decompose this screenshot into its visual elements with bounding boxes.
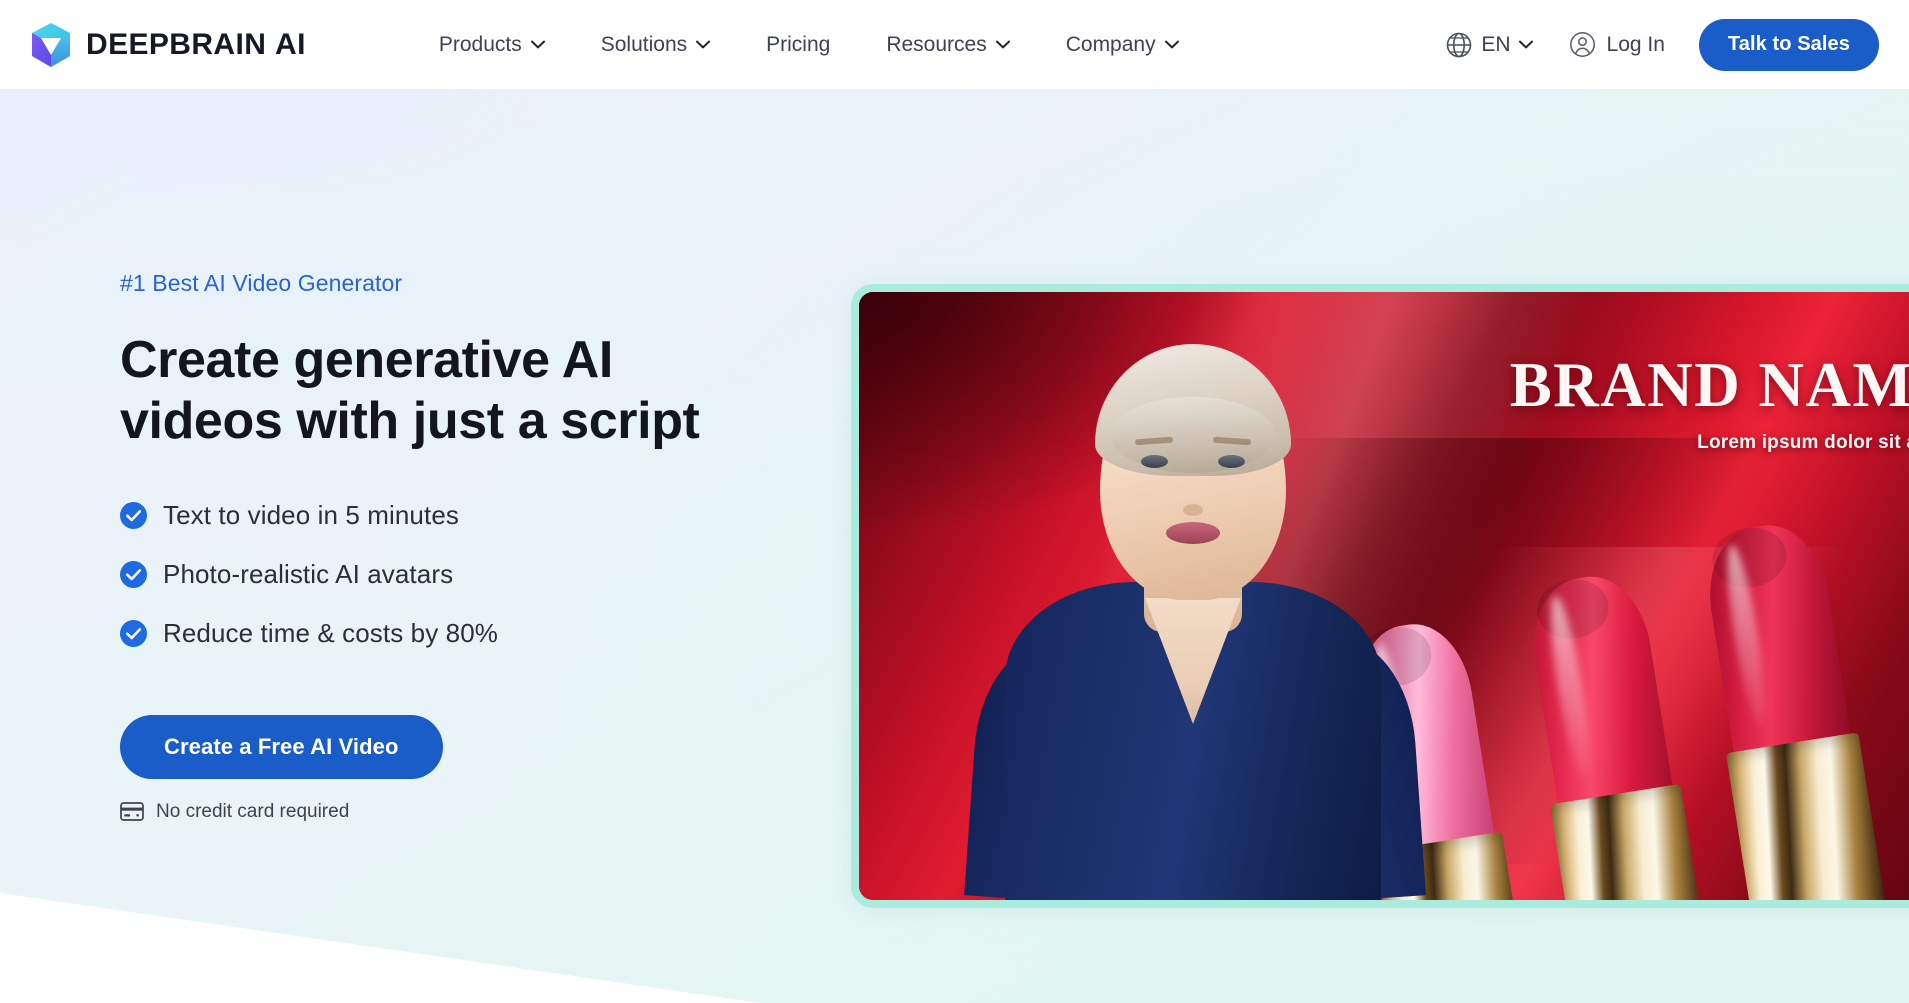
feature-label: Photo-realistic AI avatars	[163, 558, 454, 589]
nav-item-products[interactable]: Products	[411, 23, 573, 67]
nav-label-solutions: Solutions	[600, 32, 688, 56]
nav-label-resources: Resources	[886, 32, 987, 56]
chevron-down-icon	[696, 40, 711, 49]
nav-label-products: Products	[438, 32, 522, 56]
language-selector[interactable]: EN	[1431, 21, 1546, 69]
feature-label: Reduce time & costs by 80%	[163, 617, 498, 648]
avatar-lips	[1166, 522, 1220, 544]
user-circle-icon	[1569, 32, 1595, 57]
list-item: Text to video in 5 minutes	[120, 500, 820, 531]
ad-brand-title: BRAND NAME	[1509, 350, 1909, 420]
background-wedge-shape	[0, 893, 760, 1003]
chevron-down-icon	[995, 40, 1010, 49]
hero-headline-line-2: videos with just a script	[120, 391, 700, 450]
nav-label-pricing: Pricing	[766, 32, 831, 56]
lipstick-tube	[1725, 732, 1886, 900]
hero-content: #1 Best AI Video Generator Create genera…	[120, 270, 820, 823]
lipstick-bullet	[1523, 568, 1674, 810]
brand-logo-text: DEEPBRAIN AI	[86, 27, 306, 61]
chevron-down-icon	[1518, 40, 1533, 49]
primary-navigation: Products Solutions Pricing Resources Com…	[411, 23, 1207, 67]
hero-headline-line-1: Create generative AI	[120, 331, 613, 389]
list-item: Reduce time & costs by 80%	[120, 618, 820, 649]
avatar-hair	[1095, 344, 1291, 476]
header-right-zone: EN Log In Talk to Sales	[1447, 0, 1909, 89]
login-label: Log In	[1606, 32, 1665, 56]
check-circle-icon	[120, 619, 147, 647]
nav-item-pricing[interactable]: Pricing	[738, 23, 858, 67]
avatar-nose	[1183, 504, 1203, 516]
nav-label-company: Company	[1065, 32, 1156, 56]
nav-item-solutions[interactable]: Solutions	[573, 23, 738, 67]
nav-item-company[interactable]: Company	[1038, 23, 1207, 67]
ai-avatar-presenter	[964, 304, 1426, 900]
hero-eyebrow: #1 Best AI Video Generator	[120, 270, 403, 296]
no-credit-card-label: No credit card required	[156, 800, 350, 822]
chevron-down-icon	[1164, 40, 1179, 49]
deepbrain-cube-logo-icon	[32, 22, 70, 67]
ad-brand-subtitle: Lorem ipsum dolor sit a met	[1697, 432, 1909, 453]
lipstick-bullet	[1699, 517, 1852, 758]
login-link[interactable]: Log In	[1547, 21, 1687, 68]
hero-headline: Create generative AI videos with just a …	[120, 330, 810, 452]
create-free-ai-video-button[interactable]: Create a Free AI Video	[120, 714, 443, 779]
globe-icon	[1447, 32, 1472, 57]
talk-to-sales-button[interactable]: Talk to Sales	[1698, 18, 1879, 71]
landing-page: DEEPBRAIN AI Products Solutions Pricing …	[0, 0, 1909, 1003]
no-credit-card-note: No credit card required	[120, 801, 820, 823]
avatar-eye-left	[1141, 455, 1168, 468]
list-item: Photo-realistic AI avatars	[120, 559, 820, 590]
lipstick-tube	[1549, 783, 1708, 900]
feature-label: Text to video in 5 minutes	[163, 499, 459, 530]
credit-card-icon	[120, 802, 144, 822]
hero-video-panel[interactable]: BRAND NAME Lorem ipsum dolor sit a met	[851, 284, 1909, 908]
nav-item-resources[interactable]: Resources	[858, 23, 1037, 67]
language-label: EN	[1481, 32, 1511, 56]
avatar-eye-right	[1218, 455, 1245, 468]
check-circle-icon	[120, 501, 147, 529]
ad-caption-block: BRAND NAME Lorem ipsum dolor sit a met	[1510, 354, 1909, 454]
check-circle-icon	[120, 560, 147, 588]
chevron-down-icon	[530, 40, 545, 49]
site-header: DEEPBRAIN AI Products Solutions Pricing …	[0, 0, 1909, 89]
brand-logo-link[interactable]: DEEPBRAIN AI	[30, 22, 306, 68]
hero-video-frame: BRAND NAME Lorem ipsum dolor sit a met	[859, 292, 1909, 900]
hero-feature-list: Text to video in 5 minutes Photo-realist…	[120, 500, 820, 649]
